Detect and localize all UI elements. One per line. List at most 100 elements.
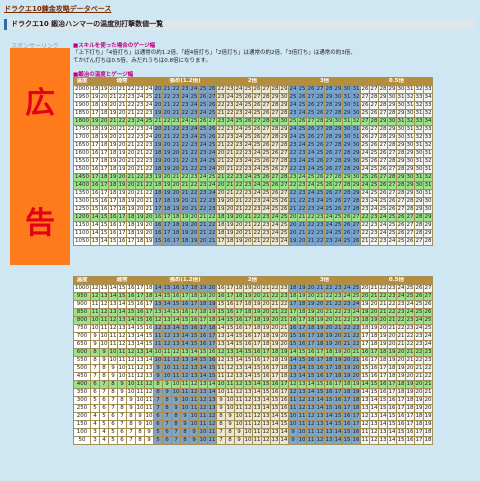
cell-value: 23 xyxy=(126,117,136,126)
cell-value: 27 xyxy=(252,117,262,126)
cell-value: 19 xyxy=(387,356,397,365)
cell-value: 26 xyxy=(360,125,370,134)
cell-value: 28 xyxy=(324,133,334,142)
ad-banner[interactable]: 広 告 xyxy=(10,48,70,265)
cell-value: 27 xyxy=(351,229,361,238)
cell-value: 22 xyxy=(171,133,181,142)
cell-value: 9 xyxy=(189,436,199,445)
cell-value: 27 xyxy=(324,141,334,150)
cell-value: 13 xyxy=(189,364,199,373)
cell-value: 11 xyxy=(117,348,127,357)
cell-value: 24 xyxy=(234,85,244,94)
cell-value: 25 xyxy=(369,189,379,198)
cell-value: 17 xyxy=(198,324,208,333)
cell-value: 14 xyxy=(261,404,271,413)
cell-value: 19 xyxy=(414,396,424,405)
cell-value: 18 xyxy=(297,300,307,309)
cell-value: 20 xyxy=(171,149,181,158)
cell-value: 27 xyxy=(333,149,343,158)
cell-value: 5 xyxy=(108,428,118,437)
cell-value: 11 xyxy=(189,404,199,413)
cell-value: 24 xyxy=(324,229,334,238)
cell-value: 19 xyxy=(180,221,190,230)
cell-value: 30 xyxy=(342,85,352,94)
cell-value: 19 xyxy=(135,229,145,238)
cell-value: 19 xyxy=(360,308,370,317)
cell-value: 9 xyxy=(117,380,127,389)
cell-value: 14 xyxy=(243,364,253,373)
cell-value: 23 xyxy=(351,316,361,325)
cell-value: 30 xyxy=(351,109,361,118)
cell-value: 15 xyxy=(90,197,100,206)
cell-value: 21 xyxy=(279,324,289,333)
cell-value: 3 xyxy=(90,436,100,445)
cell-value: 20 xyxy=(369,308,379,317)
cell-value: 18 xyxy=(180,237,190,246)
skill-note-line2: てかげん打ちは0.5倍、みだれうちは0.8倍になります。 xyxy=(73,58,211,64)
cell-value: 23 xyxy=(360,197,370,206)
cell-value: 15 xyxy=(207,364,217,373)
cell-value: 11 xyxy=(198,420,208,429)
breadcrumb-link[interactable]: ドラクエ10錬金攻略データベース xyxy=(4,4,111,14)
cell-value: 22 xyxy=(387,300,397,309)
cell-value: 20 xyxy=(171,165,181,174)
cell-value: 17 xyxy=(306,340,316,349)
cell-value: 24 xyxy=(243,109,253,118)
cell-value: 28 xyxy=(369,117,379,126)
cell-value: 16 xyxy=(189,324,199,333)
ad-text-bottom: 告 xyxy=(25,206,55,241)
table-row: 1400 16 17 18 19 20 21 22 18 19 20 21 22 23 24 20 21 22 23… xyxy=(73,181,433,190)
cell-value: 27 xyxy=(324,157,334,166)
cell-value: 20 xyxy=(144,221,154,230)
cell-value: 18 xyxy=(99,157,109,166)
cell-value: 11 xyxy=(225,388,235,397)
cell-value: 23 xyxy=(297,181,307,190)
cell-value: 24 xyxy=(360,181,370,190)
cell-value: 23 xyxy=(225,101,235,110)
cell-value: 8 xyxy=(180,436,190,445)
header-group-4: 0.5倍 xyxy=(360,276,433,285)
cell-value: 24 xyxy=(252,189,262,198)
cell-value: 12 xyxy=(198,404,208,413)
cell-value: 18 xyxy=(387,364,397,373)
cell-value: 28 xyxy=(387,141,397,150)
cell-value: 12 xyxy=(216,348,226,357)
cell-value: 21 xyxy=(387,316,397,325)
cell-value: 26 xyxy=(324,149,334,158)
cell-value: 30 xyxy=(414,165,424,174)
cell-value: 10 xyxy=(126,388,136,397)
cell-value: 22 xyxy=(378,292,388,301)
cell-value: 17 xyxy=(117,213,127,222)
cell-value: 20 xyxy=(126,181,136,190)
cell-value: 18 xyxy=(171,221,181,230)
cell-value: 19 xyxy=(396,364,406,373)
cell-value: 14 xyxy=(234,356,244,365)
cell-value: 20 xyxy=(189,229,199,238)
cell-value: 21 xyxy=(405,348,415,357)
cell-value: 28 xyxy=(279,141,289,150)
cell-value: 25 xyxy=(189,93,199,102)
cell-value: 14 xyxy=(279,428,289,437)
cell-value: 30 xyxy=(342,133,352,142)
cell-value: 18 xyxy=(423,428,433,437)
cell-value: 14 xyxy=(117,300,127,309)
cell-value: 21 xyxy=(234,205,244,214)
cell-value: 16 xyxy=(333,404,343,413)
cell-value: 20 xyxy=(162,157,172,166)
cell-value: 8 xyxy=(99,364,109,373)
cell-value: 18 xyxy=(279,364,289,373)
cell-value: 15 xyxy=(261,388,271,397)
cell-value: 26 xyxy=(405,237,415,246)
cell-value: 14 xyxy=(324,420,334,429)
cell-value: 16 xyxy=(333,396,343,405)
cell-temperature: 1650 xyxy=(73,141,91,150)
cell-value: 23 xyxy=(387,284,397,293)
cell-value: 18 xyxy=(234,292,244,301)
cell-value: 23 xyxy=(198,149,208,158)
table-row: 700 9 10 11 12 13 14 15 11 12 13 14 15 16 17 13 14 15 16 17… xyxy=(73,332,433,341)
cell-value: 12 xyxy=(171,348,181,357)
cell-value: 17 xyxy=(270,364,280,373)
cell-value: 11 xyxy=(252,436,262,445)
cell-value: 10 xyxy=(297,436,307,445)
cell-value: 27 xyxy=(315,101,325,110)
